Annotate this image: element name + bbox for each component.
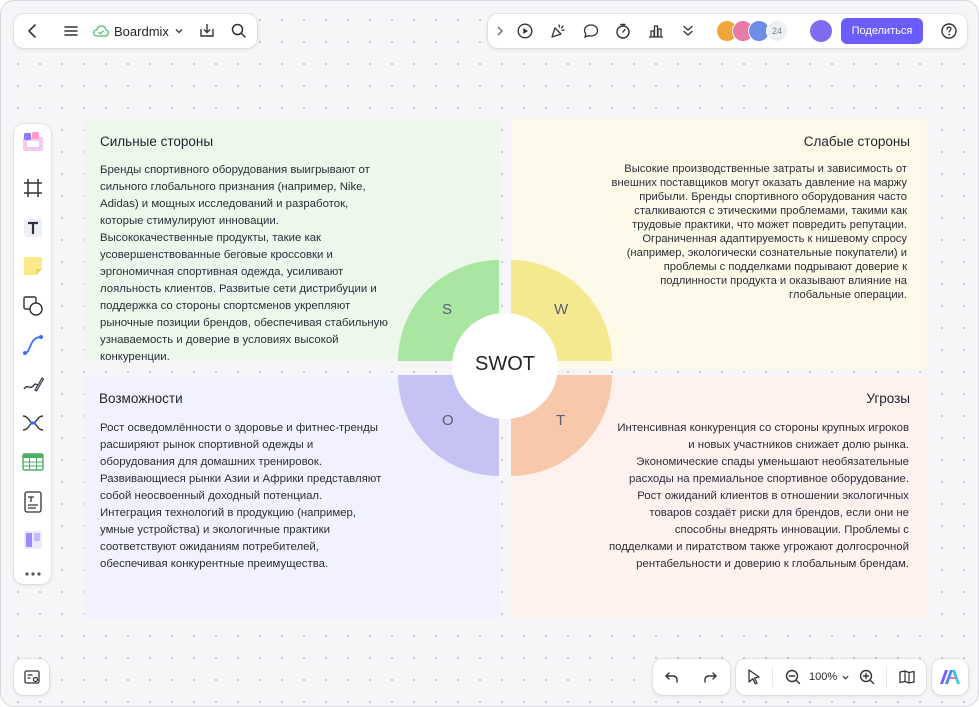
collaborator-count: 24 [766, 20, 788, 42]
strengths-text: Бренды спортивного оборудования выигрыва… [100, 164, 388, 363]
threats-title: Угрозы [866, 391, 910, 406]
brand-name: Boardmix [114, 23, 169, 39]
pen-icon[interactable] [21, 372, 45, 396]
back-arrow-icon[interactable] [24, 22, 42, 40]
document-icon[interactable] [21, 490, 45, 514]
frame-icon[interactable] [21, 176, 45, 200]
connector-line-icon[interactable] [21, 333, 45, 357]
zoom-level: 100% [809, 671, 838, 683]
celebrate-icon[interactable] [549, 22, 567, 40]
top-right-toolbar: 24 Поделиться [488, 14, 967, 48]
current-user-avatar[interactable] [810, 20, 832, 42]
mind-map-icon[interactable] [21, 411, 45, 435]
weaknesses-text: Высокие производственные затраты и завис… [611, 163, 907, 301]
present-play-icon[interactable] [516, 22, 534, 40]
swot-letter-o: O [442, 412, 454, 429]
boardmix-ai-logo-icon [939, 668, 961, 686]
strengths-title: Сильные стороны [100, 134, 214, 149]
threats-text: Интенсивная конкуренция со стороны крупн… [609, 422, 910, 570]
text-tool-icon[interactable] [21, 216, 45, 240]
zoom-in-icon[interactable] [858, 668, 876, 686]
opportunities-title: Возможности [99, 391, 183, 406]
share-button[interactable]: Поделиться [841, 18, 923, 44]
hamburger-menu-icon[interactable] [62, 22, 80, 40]
table-icon[interactable] [21, 450, 45, 474]
zoom-panel: 100% [736, 659, 926, 695]
top-left-toolbar: Boardmix [14, 14, 257, 48]
collapse-chevron-icon[interactable] [494, 22, 506, 40]
download-icon[interactable] [198, 22, 216, 40]
chevron-down-icon [841, 673, 850, 682]
undo-redo-panel [653, 659, 730, 695]
timer-icon[interactable] [614, 22, 632, 40]
book-mode-icon[interactable] [898, 668, 916, 686]
file-name-dropdown[interactable]: Boardmix [93, 20, 184, 42]
cloud-check-icon [93, 25, 109, 37]
minimap-toggle[interactable] [14, 659, 49, 695]
weaknesses-title: Слабые стороны [803, 134, 910, 149]
swot-center-label: SWOT [475, 353, 535, 375]
swot-letter-s: S [442, 301, 453, 318]
swot-letter-t: T [556, 412, 566, 429]
shapes-icon[interactable] [21, 294, 45, 318]
more-tools-icon[interactable] [21, 562, 45, 586]
undo-icon[interactable] [663, 668, 681, 686]
select-cursor-icon[interactable] [745, 668, 763, 686]
comment-icon[interactable] [582, 22, 600, 40]
help-icon[interactable] [940, 22, 958, 40]
kanban-icon[interactable] [21, 528, 45, 552]
redo-icon[interactable] [701, 668, 719, 686]
ai-assistant-button[interactable] [932, 659, 968, 695]
templates-icon[interactable] [21, 130, 45, 154]
whiteboard-canvas[interactable]: Boardmix 24 Поделиться Сильные стороны Б… [0, 0, 979, 707]
opportunities-text: Рост осведомлённости о здоровье и фитнес… [100, 422, 382, 570]
divider [886, 667, 887, 687]
left-toolbar [14, 124, 51, 584]
collaborator-avatars[interactable]: 24 [716, 20, 788, 42]
chevron-down-icon [174, 26, 184, 36]
vote-chart-icon[interactable] [647, 22, 665, 40]
minimap-icon [23, 668, 41, 686]
search-icon[interactable] [230, 22, 248, 40]
swot-letter-w: W [554, 301, 569, 318]
zoom-out-icon[interactable] [784, 668, 802, 686]
sticky-note-icon[interactable] [21, 254, 45, 278]
zoom-level-dropdown[interactable]: 100% [809, 669, 850, 685]
more-chevrons-icon[interactable] [679, 22, 697, 40]
divider [772, 667, 773, 687]
